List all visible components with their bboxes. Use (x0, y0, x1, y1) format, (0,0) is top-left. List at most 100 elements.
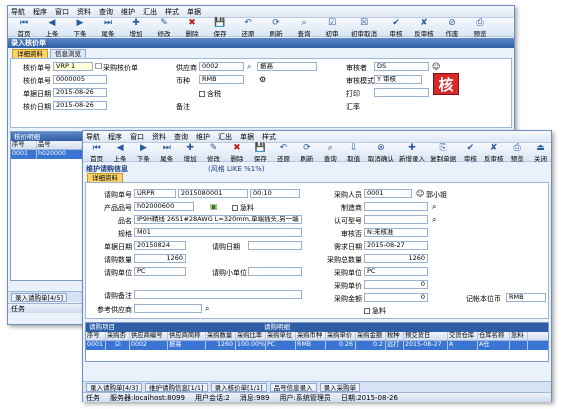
save-button[interactable]: 💾 保存 (207, 18, 233, 38)
approver-field[interactable]: DS (374, 62, 429, 71)
lookup-icon[interactable]: ⌕ (432, 203, 436, 211)
menu-document[interactable]: 单据 (240, 132, 254, 142)
small-unit-field[interactable] (248, 267, 302, 276)
menu-maintain[interactable]: 维护 (121, 7, 135, 17)
menu-data[interactable]: 资料 (77, 7, 91, 17)
unapprove-button[interactable]: ✘ 反审核 (411, 18, 437, 38)
checkbox-icon[interactable]: ☐ (95, 63, 102, 71)
item-no-field[interactable]: h02000600 (134, 202, 194, 211)
query-button[interactable]: ⌕ 查询 (320, 143, 341, 163)
cancel-first-review-button[interactable]: ☒ 初审取消 (347, 18, 381, 38)
fetch-button[interactable]: ⇩ 取值 (343, 143, 364, 163)
purchase-qty-field[interactable]: 1260 (364, 254, 428, 263)
approve-button[interactable]: ✔ 审核 (383, 18, 409, 38)
prev-button[interactable]: ◀ 上条 (109, 143, 130, 163)
preview-button[interactable]: ⎙ 预览 (506, 143, 527, 163)
table-row[interactable]: 0001 h020000 (11, 150, 83, 159)
window-tab-4[interactable]: 品号信息录入 (269, 382, 317, 392)
last-button[interactable]: ⏭ 尾条 (95, 18, 121, 38)
next-button[interactable]: ▶ 下条 (67, 18, 93, 38)
order-no-field[interactable]: 0000005 (53, 75, 107, 84)
purchase-unit-field[interactable]: PC (364, 267, 428, 276)
first-button[interactable]: ⏮ 首页 (86, 143, 107, 163)
task-button[interactable]: 任务 (11, 304, 25, 314)
record-unit-field[interactable]: RMB (506, 293, 546, 302)
menu-nav[interactable]: 导航 (11, 7, 25, 17)
menu-window[interactable]: 窗口 (55, 7, 69, 17)
currency-field[interactable]: RMB (199, 75, 244, 84)
lookup-icon[interactable]: ⌕ (432, 216, 436, 224)
menu-query[interactable]: 查询 (99, 7, 113, 17)
menu-style[interactable]: 样式 (165, 7, 179, 17)
cancel-confirm-button[interactable]: ⊗ 取消确认 (366, 143, 395, 163)
menu-maintain[interactable]: 维护 (196, 132, 210, 142)
menu-program[interactable]: 程序 (33, 7, 47, 17)
menu-export[interactable]: 汇出 (218, 132, 232, 142)
tab-browse[interactable]: 信息浏览 (50, 49, 86, 58)
delivery-field[interactable] (248, 241, 302, 250)
box-icon[interactable]: ▣ (210, 203, 218, 211)
window-tab-2[interactable]: 维护请购信息[1/1] (145, 382, 208, 392)
req-no-field-2[interactable]: 2015080001 (178, 189, 248, 198)
next-button[interactable]: ▶ 下条 (133, 143, 154, 163)
window-tab-3[interactable]: 录入核价单[1/1] (210, 382, 267, 392)
menu-nav[interactable]: 导航 (86, 132, 100, 142)
edit-button[interactable]: ✎ 修改 (203, 143, 224, 163)
name-field[interactable]: IP9H精线 26S1#28AWG L=320mm,单端插头,另一端 (134, 215, 302, 224)
tab-details[interactable]: 详细资料 (12, 49, 48, 58)
unapprove-button[interactable]: ✘ 反审核 (483, 143, 504, 163)
tax-checkbox[interactable]: 含税 (199, 89, 221, 99)
tab-details[interactable]: 详细资料 (87, 173, 123, 182)
model-field[interactable] (364, 215, 428, 224)
first-review-button[interactable]: ☑ 初审 (319, 18, 345, 38)
query-button[interactable]: ⌕ 查询 (291, 18, 317, 38)
void-button[interactable]: ⊘ 作废 (439, 18, 465, 38)
buyer-field[interactable]: 0001 (364, 189, 412, 198)
req-qty-field[interactable]: 1260 (134, 254, 186, 263)
print-field[interactable] (374, 88, 429, 97)
urgent-checkbox[interactable]: 急料 (232, 203, 254, 213)
task-button[interactable]: 任务 (86, 393, 100, 403)
menu-program[interactable]: 程序 (108, 132, 122, 142)
spec-field[interactable]: M01 (134, 228, 302, 237)
new-entry-button[interactable]: ✚ 新增录入 (397, 143, 426, 163)
audit-field[interactable]: N:未核准 (364, 228, 428, 237)
add-button[interactable]: ✚ 增加 (179, 143, 200, 163)
purchase-price-field[interactable]: 0 (364, 280, 428, 289)
date-field[interactable]: 20150824 (134, 241, 186, 250)
supplier-field[interactable]: 0002 (199, 62, 244, 71)
window-tab-requisition[interactable]: 录入请购单[4/5] (11, 292, 68, 302)
preview-button[interactable]: ⎙ 预览 (467, 18, 493, 38)
copy-button[interactable]: ⎘ 复制单据 (429, 143, 458, 163)
audit-mode-field[interactable]: Y 审核 (374, 75, 422, 84)
approve-button[interactable]: ✔ 审核 (460, 143, 481, 163)
save-button[interactable]: 💾 保存 (250, 143, 271, 163)
menu-export[interactable]: 汇出 (143, 7, 157, 17)
no-field[interactable]: VRP 1 (53, 62, 93, 71)
menu-style[interactable]: 样式 (262, 132, 276, 142)
gear-icon[interactable]: ⚙ (259, 76, 266, 84)
first-button[interactable]: ⏮ 首页 (11, 18, 37, 38)
menu-document[interactable]: 单据 (187, 7, 201, 17)
restore-button[interactable]: ↶ 还原 (273, 143, 294, 163)
lookup-icon[interactable]: ⌕ (205, 305, 209, 313)
purchase-amt-field[interactable]: 0 (364, 293, 428, 302)
table-row[interactable]: 0001 ☑ 0002 振高 1260 100.00% PC RMB 0.26 … (86, 341, 548, 350)
maker-field[interactable] (364, 202, 428, 211)
close-button[interactable]: ⏏ 关闭 (530, 143, 551, 163)
supplier-name-field[interactable]: 振高 (257, 62, 317, 71)
add-button[interactable]: ✚ 增加 (123, 18, 149, 38)
urgent2-checkbox[interactable]: 急料 (364, 306, 386, 316)
restore-button[interactable]: ↶ 还原 (235, 18, 261, 38)
menu-window[interactable]: 窗口 (130, 132, 144, 142)
refresh-button[interactable]: ⟳ 刷新 (263, 18, 289, 38)
prev-button[interactable]: ◀ 上条 (39, 18, 65, 38)
req-unit-field[interactable]: PC (134, 267, 186, 276)
last-button[interactable]: ⏭ 尾条 (156, 143, 177, 163)
refresh-button[interactable]: ⟳ 刷新 (296, 143, 317, 163)
menu-query[interactable]: 查询 (174, 132, 188, 142)
delete-button[interactable]: ✖ 删除 (226, 143, 247, 163)
price-date-field[interactable]: 2015-08-26 (53, 101, 107, 110)
ref-supplier-field[interactable] (134, 304, 202, 313)
req-no-field-3[interactable]: 00:10 (250, 189, 300, 198)
